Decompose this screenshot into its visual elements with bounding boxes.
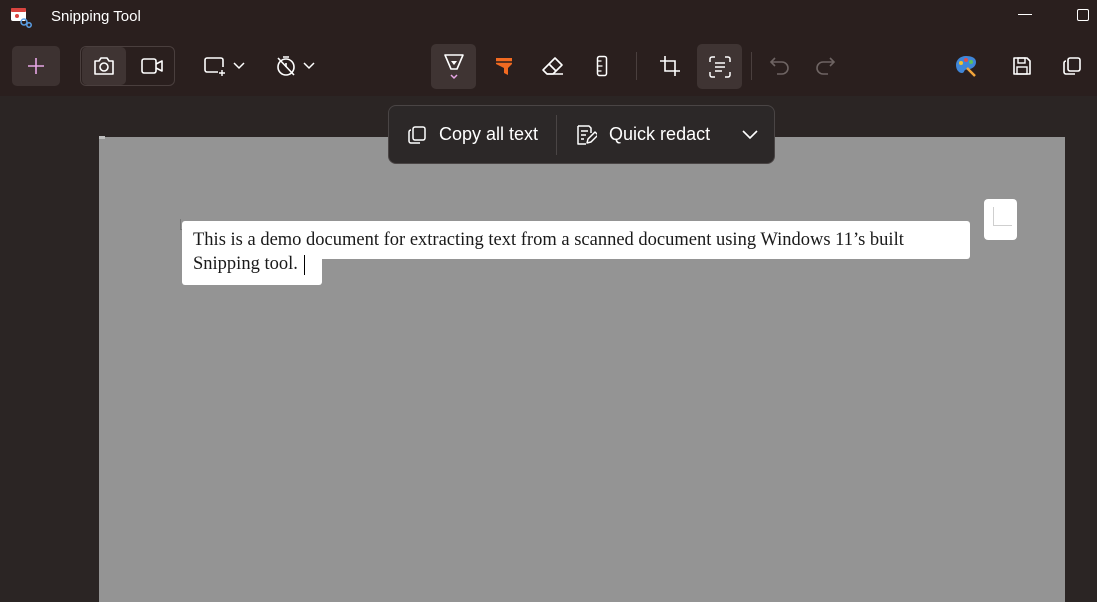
- camera-icon: [94, 57, 114, 75]
- region-corner-mark: [993, 207, 1012, 226]
- eraser-icon: [542, 57, 563, 75]
- record-mode-button[interactable]: [130, 47, 174, 85]
- redact-options-dropdown[interactable]: [742, 129, 758, 140]
- toolbar-divider: [751, 52, 752, 80]
- redo-button[interactable]: [803, 46, 847, 86]
- detected-text[interactable]: This is a demo document for extracting t…: [193, 230, 904, 250]
- highlighter-button[interactable]: [482, 46, 526, 86]
- open-in-paint-button[interactable]: [944, 46, 988, 86]
- maximize-button[interactable]: [1077, 9, 1089, 21]
- minimize-button[interactable]: [1018, 14, 1032, 15]
- video-camera-icon: [141, 58, 163, 74]
- title-bar: Snipping Tool: [0, 0, 1097, 34]
- chevron-down-icon: [233, 62, 245, 70]
- ruler-icon: [596, 55, 608, 77]
- text-actions-button[interactable]: [697, 44, 742, 89]
- redo-icon: [816, 57, 836, 75]
- copy-icon: [1063, 57, 1081, 75]
- crop-icon: [660, 56, 680, 76]
- copy-button[interactable]: [1050, 46, 1094, 86]
- ballpoint-pen-button[interactable]: [431, 44, 476, 89]
- paint-icon: [956, 56, 976, 77]
- undo-button[interactable]: [758, 46, 802, 86]
- toolbar-divider: [636, 52, 637, 80]
- new-snip-button[interactable]: [12, 46, 60, 86]
- no-timer-icon: [277, 56, 295, 76]
- ruler-button[interactable]: [580, 46, 624, 86]
- chevron-down-icon: [742, 129, 758, 139]
- window-title: Snipping Tool: [51, 8, 141, 25]
- crop-button[interactable]: [648, 46, 692, 86]
- plus-icon: [28, 58, 44, 74]
- quick-redact-button[interactable]: Quick redact: [557, 106, 710, 163]
- delay-timer-dropdown[interactable]: [270, 48, 320, 84]
- rectangle-snip-icon: [204, 57, 225, 76]
- text-caret: [303, 254, 305, 275]
- ballpoint-pen-icon: [443, 53, 464, 79]
- snip-shape-dropdown[interactable]: [200, 48, 248, 84]
- undo-icon: [769, 57, 789, 75]
- detected-text-region-small[interactable]: [984, 199, 1017, 240]
- text-actions-popup: Copy all text Quick redact: [388, 105, 775, 164]
- eraser-button[interactable]: [531, 46, 575, 86]
- chevron-down-icon: [303, 62, 315, 70]
- detected-text-line-2[interactable]: Snipping tool.: [182, 253, 322, 285]
- toolbar: [0, 34, 1097, 117]
- redact-icon: [577, 124, 598, 145]
- snipping-tool-app-icon: [11, 8, 32, 28]
- document-corner-marker: [99, 136, 105, 139]
- quick-redact-label: Quick redact: [609, 124, 711, 144]
- captured-document-image: [99, 137, 1065, 602]
- save-button[interactable]: [1000, 46, 1044, 86]
- text-actions-icon: [708, 55, 731, 78]
- detected-text[interactable]: Snipping tool.: [193, 254, 298, 274]
- highlighter-icon: [496, 58, 512, 75]
- snip-mode-button[interactable]: [82, 47, 126, 85]
- copy-icon: [408, 125, 426, 144]
- copy-all-text-label: Copy all text: [439, 124, 539, 144]
- copy-all-text-button[interactable]: Copy all text: [389, 106, 538, 163]
- save-icon: [1013, 57, 1031, 75]
